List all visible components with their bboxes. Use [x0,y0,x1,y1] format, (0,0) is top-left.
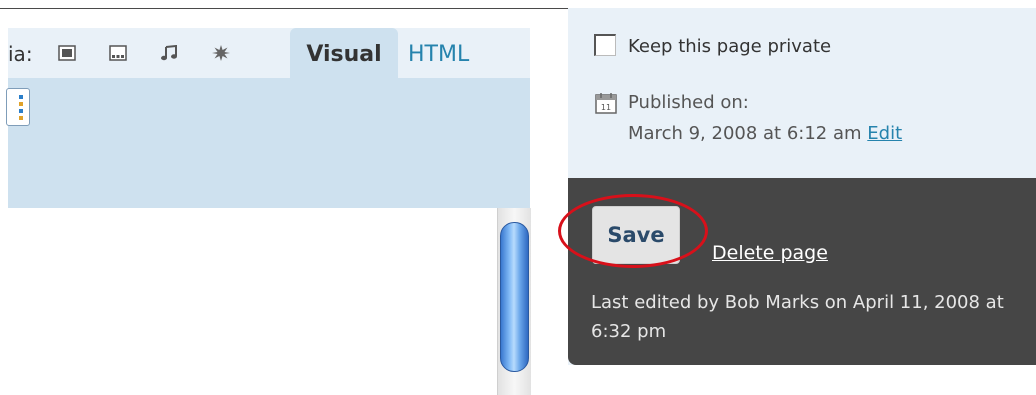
editor-scrollbar-thumb[interactable] [500,222,529,372]
calendar-icon: 11 [595,93,617,114]
tab-html[interactable]: HTML [408,42,469,67]
published-date: March 9, 2008 at 6:12 am [628,123,862,144]
last-edited-text: Last edited by Bob Marks on April 11, 20… [591,292,1004,342]
media-label: ia: [8,42,33,66]
toolbar-more-button[interactable] [6,88,30,126]
tab-visual[interactable]: Visual [290,28,398,82]
save-highlight-circle [558,194,708,268]
svg-text:11: 11 [601,103,611,112]
gallery-icon[interactable] [109,45,127,61]
tab-visual-label: Visual [306,42,382,67]
editor-toolbar [6,78,530,208]
published-label: Published on: [628,92,749,113]
music-icon[interactable] [160,45,178,61]
keep-private-label: Keep this page private [628,36,832,57]
keep-private-checkbox[interactable] [594,34,616,56]
image-icon[interactable] [58,45,76,61]
edit-date-link[interactable]: Edit [867,123,902,144]
delete-page-link[interactable]: Delete page [712,242,828,264]
published-date-line: March 9, 2008 at 6:12 am Edit [628,123,902,144]
star-burst-icon[interactable] [212,45,230,61]
